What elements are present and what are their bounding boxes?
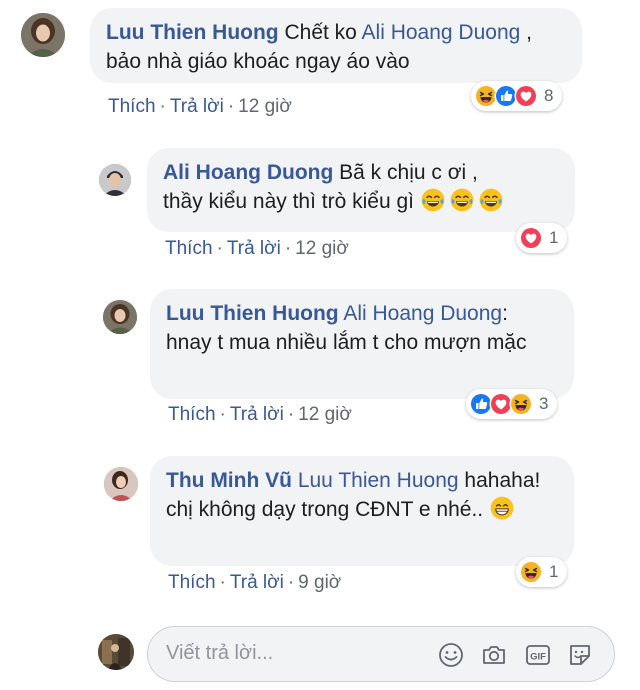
love-reaction-icon bbox=[519, 226, 543, 250]
timestamp[interactable]: 12 giờ bbox=[238, 96, 292, 117]
comment-author[interactable]: Thu Minh Vũ bbox=[166, 469, 292, 492]
profile-photo bbox=[98, 634, 134, 670]
current-user-avatar bbox=[98, 634, 134, 670]
mention-link[interactable]: Ali Hoang Duong bbox=[362, 21, 521, 44]
like-link[interactable]: Thích bbox=[108, 96, 156, 117]
reaction-summary[interactable]: 1 bbox=[516, 557, 568, 587]
comment-actions: Thích · Trả lời · 12 giờ bbox=[168, 404, 352, 425]
reaction-summary[interactable]: 3 bbox=[466, 389, 558, 419]
avatar[interactable] bbox=[21, 13, 65, 57]
comment-actions: Thích · Trả lời · 9 giờ bbox=[168, 572, 342, 593]
profile-photo bbox=[21, 13, 65, 57]
avatar[interactable] bbox=[103, 300, 137, 334]
like-link[interactable]: Thích bbox=[168, 404, 216, 425]
profile-photo bbox=[103, 300, 137, 334]
reply-link[interactable]: Trả lời bbox=[227, 238, 281, 259]
grinning-face-icon bbox=[489, 495, 515, 521]
avatar[interactable] bbox=[104, 467, 138, 501]
comment-author[interactable]: Luu Thien Huong bbox=[106, 21, 279, 44]
reaction-summary[interactable]: 8 bbox=[471, 81, 563, 111]
reply-placeholder: Viết trả lời... bbox=[166, 642, 274, 664]
like-link[interactable]: Thích bbox=[165, 238, 213, 259]
sticker-icon[interactable] bbox=[566, 641, 594, 669]
comment-author[interactable]: Luu Thien Huong bbox=[166, 302, 339, 325]
comment-bubble: Luu Thien Huong Chết ko Ali Hoang Duong … bbox=[90, 8, 582, 83]
profile-photo bbox=[104, 467, 138, 501]
tears-of-joy-icon bbox=[420, 187, 446, 213]
reply-link[interactable]: Trả lời bbox=[170, 96, 224, 117]
reply-link[interactable]: Trả lời bbox=[230, 572, 284, 593]
comment-text: thầy kiểu này thì trò kiểu gì bbox=[163, 190, 414, 213]
like-link[interactable]: Thích bbox=[168, 572, 216, 593]
mention-link[interactable]: Ali Hoang Duong bbox=[343, 302, 502, 325]
comment-actions: Thích · Trả lời · 12 giờ bbox=[165, 238, 349, 259]
comment-text: Chết ko bbox=[284, 21, 362, 44]
reply-link[interactable]: Trả lời bbox=[230, 404, 284, 425]
comment-text: : bbox=[502, 302, 508, 325]
reaction-count: 1 bbox=[549, 228, 559, 247]
comment-bubble: Thu Minh Vũ Luu Thien Huong hahaha! chị … bbox=[150, 456, 574, 566]
comment-actions: Thích · Trả lời · 12 giờ bbox=[108, 96, 292, 117]
timestamp[interactable]: 12 giờ bbox=[295, 238, 349, 259]
tears-of-joy-icon bbox=[449, 187, 475, 213]
reply-input[interactable]: Viết trả lời... GIF bbox=[147, 626, 615, 682]
timestamp[interactable]: 9 giờ bbox=[298, 572, 341, 593]
reaction-count: 1 bbox=[549, 562, 559, 581]
comment-bubble: Ali Hoang Duong Bã k chịu c ơi , thầy ki… bbox=[147, 148, 575, 232]
reaction-count: 3 bbox=[539, 394, 549, 413]
svg-text:GIF: GIF bbox=[530, 652, 546, 663]
comment-text: Bã k chịu c ơi , bbox=[339, 161, 478, 184]
reaction-summary[interactable]: 1 bbox=[516, 223, 568, 253]
comment-author[interactable]: Ali Hoang Duong bbox=[163, 161, 333, 184]
mention-link[interactable]: Luu Thien Huong bbox=[298, 469, 459, 492]
gif-icon[interactable]: GIF bbox=[524, 641, 552, 669]
comment-text: hnay t mua nhiều lắm t cho mượn mặc bbox=[166, 331, 527, 354]
tears-of-joy-icon bbox=[478, 187, 504, 213]
timestamp[interactable]: 12 giờ bbox=[298, 404, 352, 425]
emoji-icon[interactable] bbox=[437, 641, 465, 669]
profile-photo bbox=[99, 164, 131, 196]
love-reaction-icon bbox=[514, 84, 538, 108]
camera-icon[interactable] bbox=[480, 641, 508, 669]
reaction-count: 8 bbox=[544, 86, 554, 105]
haha-reaction-icon bbox=[519, 560, 543, 584]
avatar[interactable] bbox=[99, 164, 131, 196]
comment-bubble: Luu Thien Huong Ali Hoang Duong: hnay t … bbox=[150, 289, 574, 399]
haha-reaction-icon bbox=[509, 392, 533, 416]
